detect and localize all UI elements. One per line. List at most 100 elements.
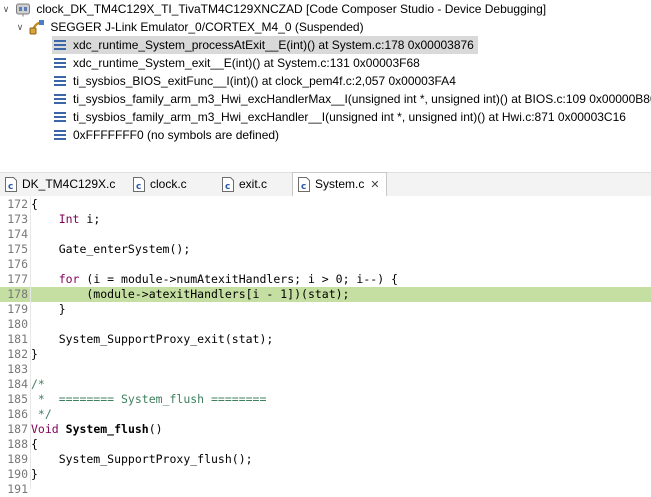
line-number: 175: [7, 242, 28, 256]
code-token: }: [31, 467, 38, 481]
stack-frame-label: xdc_runtime_System_processAtExit__E(int)…: [73, 38, 474, 52]
svg-text:c: c: [8, 182, 13, 192]
stack-frame-row[interactable]: ti_sysbios_BIOS_exitFunc__I(int)() at cl…: [52, 72, 460, 90]
debug-thread-node[interactable]: ∨ SEGGER J-Link Emulator_0/CORTEX_M4_0 (…: [14, 18, 364, 36]
code-line[interactable]: Void System_flush(): [31, 422, 163, 437]
code-line[interactable]: }: [31, 347, 38, 362]
stack-frame-icon: [52, 37, 68, 53]
code-token: System_flush: [65, 422, 149, 436]
stack-frame-row[interactable]: xdc_runtime_System_processAtExit__E(int)…: [52, 36, 478, 54]
thread-icon: [29, 19, 45, 35]
code-line[interactable]: */: [31, 407, 52, 422]
stack-frame-row[interactable]: 0xFFFFFFF0 (no symbols are defined): [52, 126, 283, 144]
svg-text:c: c: [301, 182, 306, 192]
expand-chevron-icon[interactable]: ∨: [0, 0, 12, 18]
c-file-icon: c: [4, 177, 18, 193]
debug-session-icon: [15, 1, 31, 17]
tab-label: System.c: [315, 177, 365, 191]
code-token: (): [148, 422, 163, 436]
line-number-ruler: 172 173 174 175 176 177 178 179 180 181 182 183 184 1…: [0, 196, 31, 496]
code-line[interactable]: System_SupportProxy_exit(stat);: [31, 332, 274, 347]
tab-label: DK_TM4C129X.c: [22, 177, 116, 191]
code-token: {: [31, 437, 38, 451]
line-number: 177: [7, 272, 28, 286]
line-number: 189: [7, 452, 28, 466]
editor-tab-bar: c DK_TM4C129X.c c clock.c c exit.c c System.c ✕: [0, 172, 651, 198]
line-number: 178: [7, 287, 28, 301]
code-token: {: [31, 197, 38, 211]
debug-session-node[interactable]: ∨ clock_DK_TM4C129X_TI_TivaTM4C129XNCZAD…: [0, 0, 546, 18]
code-token: Gate_enterSystem();: [31, 242, 191, 256]
line-number: 173: [7, 212, 28, 226]
line-number: 174: [7, 227, 28, 241]
stack-frame-label: xdc_runtime_System_exit__E(int)() at Sys…: [73, 56, 420, 70]
code-editor[interactable]: 172 173 174 175 176 177 178 179 180 181 182 183 184 1…: [0, 196, 651, 496]
code-line[interactable]: System_SupportProxy_flush();: [31, 452, 253, 467]
stack-frame-row[interactable]: ti_sysbios_family_arm_m3_Hwi_excHandler_…: [52, 108, 630, 126]
close-tab-icon[interactable]: ✕: [370, 179, 379, 191]
stack-frame-label: 0xFFFFFFF0 (no symbols are defined): [73, 128, 280, 142]
stack-frame-icon: [52, 55, 68, 71]
c-file-icon: c: [297, 177, 311, 193]
code-token: for: [58, 272, 80, 286]
svg-text:c: c: [136, 182, 141, 192]
code-line[interactable]: for (i = module->numAtexitHandlers; i > …: [31, 272, 398, 287]
line-number: 179: [7, 302, 28, 316]
code-line[interactable]: }: [31, 467, 38, 482]
code-line[interactable]: {: [31, 437, 38, 452]
code-token: */: [31, 407, 52, 421]
stack-frame-label: ti_sysbios_family_arm_m3_Hwi_excHandlerM…: [73, 92, 651, 106]
code-line[interactable]: (module->atexitHandlers[i - 1])(stat);: [31, 287, 350, 302]
code-token: }: [31, 347, 38, 361]
code-token: System_SupportProxy_flush();: [31, 452, 253, 466]
line-number: 184: [7, 377, 28, 391]
code-line[interactable]: {: [31, 197, 38, 212]
line-number: 190: [7, 467, 28, 481]
line-number: 183: [7, 362, 28, 376]
code-line[interactable]: Int i;: [31, 212, 101, 227]
stack-frame-label: ti_sysbios_family_arm_m3_Hwi_excHandler_…: [73, 110, 626, 124]
line-number: 188: [7, 437, 28, 451]
code-token: Void: [31, 422, 59, 436]
c-file-icon: c: [221, 177, 235, 193]
line-number: 182: [7, 347, 28, 361]
debug-view-tree: ∨ clock_DK_TM4C129X_TI_TivaTM4C129XNCZAD…: [0, 0, 651, 160]
expand-chevron-icon[interactable]: ∨: [14, 18, 26, 36]
line-number: 180: [7, 317, 28, 331]
line-number: 187: [7, 422, 28, 436]
stack-frame-row[interactable]: ti_sysbios_family_arm_m3_Hwi_excHandlerM…: [52, 90, 651, 108]
code-line[interactable]: Gate_enterSystem();: [31, 242, 191, 257]
tab-dk-tm4c129x-c[interactable]: c DK_TM4C129X.c: [0, 173, 121, 196]
stack-frame-label: ti_sysbios_BIOS_exitFunc__I(int)() at cl…: [73, 74, 456, 88]
code-line[interactable]: }: [31, 302, 66, 317]
code-token: /*: [31, 377, 45, 391]
line-number: 185: [7, 392, 28, 406]
tab-system-c[interactable]: c System.c ✕: [292, 172, 387, 198]
tab-label: clock.c: [150, 177, 187, 191]
code-token: (module->atexitHandlers[i - 1])(stat);: [31, 287, 350, 301]
code-token: System_SupportProxy_exit(stat);: [31, 332, 274, 346]
debug-thread-label: SEGGER J-Link Emulator_0/CORTEX_M4_0 (Su…: [50, 20, 364, 34]
code-token: (i = module->numAtexitHandlers; i > 0; i…: [79, 272, 398, 286]
line-number: 176: [7, 257, 28, 271]
line-number: 191: [7, 482, 28, 496]
code-token: * ======== System_flush ========: [31, 392, 267, 406]
c-file-icon: c: [132, 177, 146, 193]
tab-label: exit.c: [239, 177, 268, 191]
stack-frame-icon: [52, 73, 68, 89]
code-line[interactable]: /*: [31, 377, 45, 392]
tab-exit-c[interactable]: c exit.c: [217, 173, 273, 196]
line-number: 181: [7, 332, 28, 346]
stack-frame-row[interactable]: xdc_runtime_System_exit__E(int)() at Sys…: [52, 54, 424, 72]
code-line[interactable]: * ======== System_flush ========: [31, 392, 266, 407]
code-token: }: [31, 302, 66, 316]
stack-frame-icon: [52, 109, 68, 125]
line-number: 186: [7, 407, 28, 421]
stack-frame-icon: [52, 127, 68, 143]
code-token: Int: [58, 212, 80, 226]
tab-clock-c[interactable]: c clock.c: [128, 173, 193, 196]
stack-frame-icon: [52, 91, 68, 107]
